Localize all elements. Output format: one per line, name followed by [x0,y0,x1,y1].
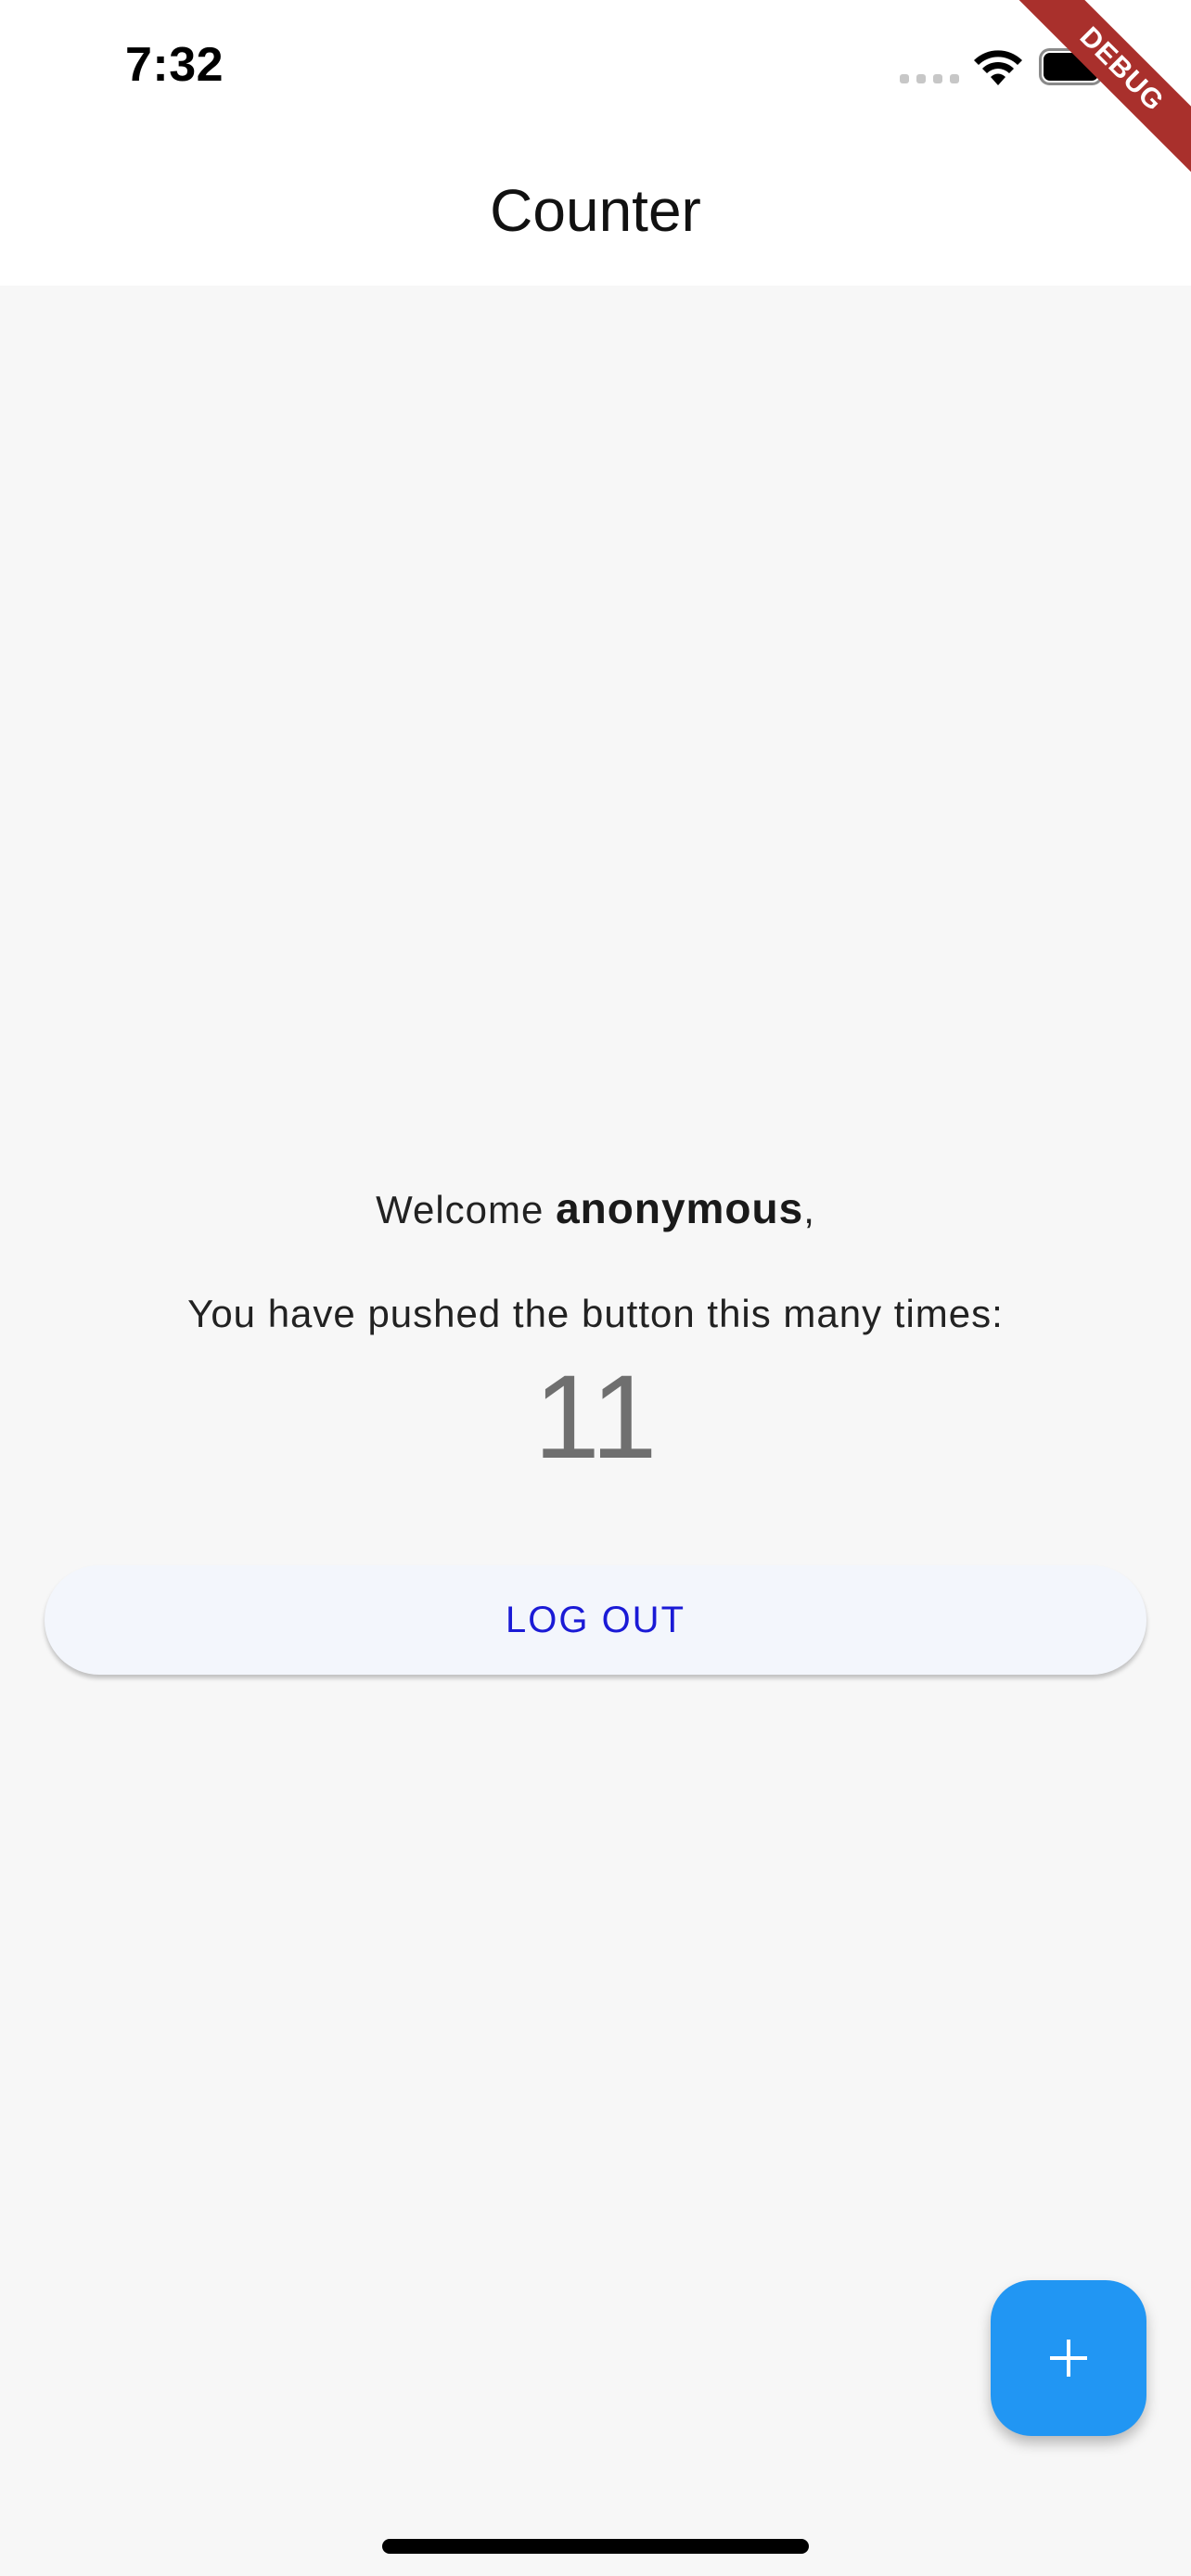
plus-icon [1050,2340,1087,2377]
counter-value: 11 [533,1351,658,1484]
wifi-icon [974,50,1022,85]
app-bar: Counter [0,139,1191,286]
welcome-suffix: , [803,1188,815,1231]
welcome-text: Welcome anonymous, [0,1183,1191,1233]
page-title: Counter [490,177,701,244]
signal-dots-icon [900,74,959,83]
increment-fab-button[interactable] [991,2280,1146,2436]
home-indicator [382,2539,809,2554]
battery-icon [1039,48,1108,85]
status-bar: 7:32 [0,0,1191,139]
user-name: anonymous [556,1184,804,1232]
pushed-label: You have pushed the button this many tim… [187,1292,1004,1335]
logout-button[interactable]: LOG OUT [45,1565,1146,1675]
status-time: 7:32 [125,38,224,92]
welcome-prefix: Welcome [376,1188,557,1231]
